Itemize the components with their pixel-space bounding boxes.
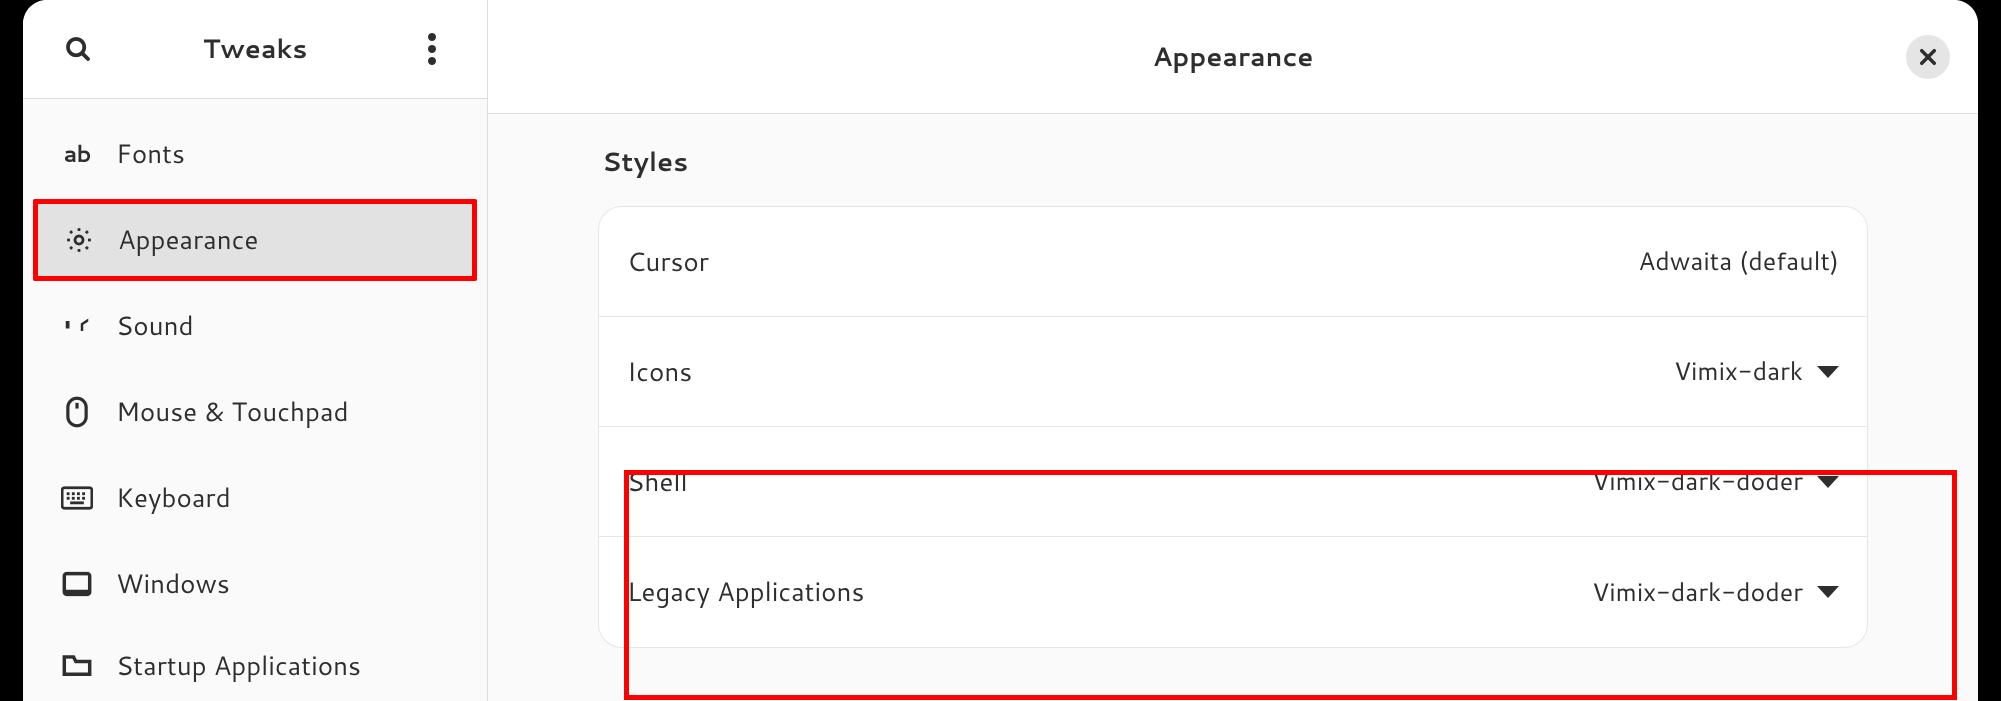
sidebar-item-label: Mouse & Touchpad bbox=[116, 394, 349, 430]
content-area: Styles Cursor Adwaita (default) Icons Vi… bbox=[488, 114, 1978, 678]
sidebar-list: ab Fonts Appearance Sound Mouse & To bbox=[23, 99, 487, 701]
sidebar-item-appearance[interactable]: Appearance bbox=[33, 199, 477, 281]
gear-icon bbox=[62, 223, 96, 257]
mouse-icon bbox=[60, 395, 94, 429]
search-icon bbox=[63, 34, 93, 64]
app-window: Tweaks ab Fonts Appearance Sound bbox=[23, 0, 1978, 701]
menu-button[interactable] bbox=[407, 24, 457, 74]
sidebar-item-windows[interactable]: Windows bbox=[33, 543, 477, 625]
row-value-text: Vimix-dark bbox=[1674, 354, 1803, 389]
sidebar-item-label: Windows bbox=[116, 566, 230, 602]
row-cursor[interactable]: Cursor Adwaita (default) bbox=[599, 207, 1867, 317]
sidebar-item-label: Keyboard bbox=[116, 480, 231, 516]
folder-icon bbox=[60, 648, 94, 682]
row-value: Adwaita (default) bbox=[1638, 244, 1839, 279]
more-vertical-icon bbox=[428, 33, 436, 65]
search-button[interactable] bbox=[53, 24, 103, 74]
row-label: Shell bbox=[627, 464, 688, 500]
window-icon bbox=[60, 567, 94, 601]
row-value-text: Adwaita (default) bbox=[1638, 244, 1839, 279]
chevron-down-icon bbox=[1817, 476, 1839, 488]
close-icon bbox=[1918, 47, 1938, 67]
main-panel: Appearance Styles Cursor Adwaita (defaul… bbox=[488, 0, 1978, 701]
sidebar-item-keyboard[interactable]: Keyboard bbox=[33, 457, 477, 539]
main-header: Appearance bbox=[488, 0, 1978, 114]
row-icons[interactable]: Icons Vimix-dark bbox=[599, 317, 1867, 427]
chevron-down-icon bbox=[1817, 586, 1839, 598]
sidebar-item-startup-applications[interactable]: Startup Applications bbox=[33, 629, 477, 687]
row-value-dropdown[interactable]: Vimix-dark-doder bbox=[1592, 464, 1839, 499]
row-label: Cursor bbox=[627, 244, 709, 280]
sidebar-item-label: Fonts bbox=[116, 136, 185, 172]
styles-card: Cursor Adwaita (default) Icons Vimix-dar… bbox=[598, 206, 1868, 648]
row-label: Icons bbox=[627, 354, 692, 390]
sidebar: Tweaks ab Fonts Appearance Sound bbox=[23, 0, 488, 701]
row-value-text: Vimix-dark-doder bbox=[1592, 575, 1803, 610]
sidebar-item-fonts[interactable]: ab Fonts bbox=[33, 113, 477, 195]
row-legacy-applications[interactable]: Legacy Applications Vimix-dark-doder bbox=[599, 537, 1867, 647]
row-shell[interactable]: Shell Vimix-dark-doder bbox=[599, 427, 1867, 537]
section-heading-styles: Styles bbox=[602, 144, 1868, 180]
keyboard-icon bbox=[60, 481, 94, 515]
chevron-down-icon bbox=[1817, 366, 1839, 378]
row-value-dropdown[interactable]: Vimix-dark bbox=[1674, 354, 1839, 389]
sidebar-item-label: Sound bbox=[116, 308, 194, 344]
font-icon: ab bbox=[60, 137, 94, 171]
sound-icon bbox=[60, 309, 94, 343]
row-label: Legacy Applications bbox=[627, 574, 864, 610]
close-button[interactable] bbox=[1906, 35, 1950, 79]
sidebar-item-label: Startup Applications bbox=[116, 648, 361, 684]
page-title: Appearance bbox=[1153, 39, 1314, 75]
sidebar-item-sound[interactable]: Sound bbox=[33, 285, 477, 367]
row-value-text: Vimix-dark-doder bbox=[1592, 464, 1803, 499]
row-value-dropdown[interactable]: Vimix-dark-doder bbox=[1592, 575, 1839, 610]
sidebar-header: Tweaks bbox=[23, 0, 487, 99]
sidebar-item-label: Appearance bbox=[118, 222, 258, 258]
sidebar-item-mouse-touchpad[interactable]: Mouse & Touchpad bbox=[33, 371, 477, 453]
